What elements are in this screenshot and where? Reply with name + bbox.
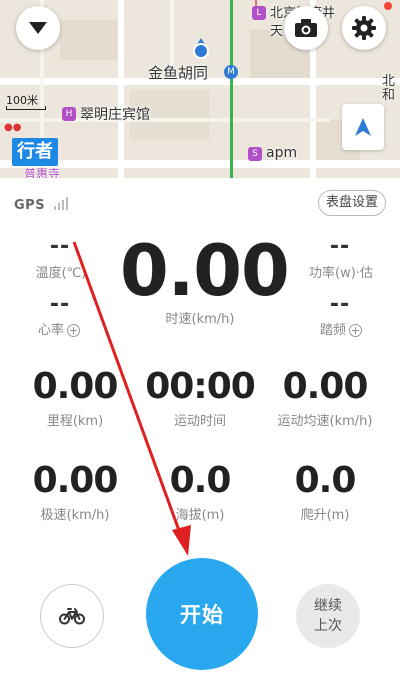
gps-label: GPS	[14, 198, 46, 213]
heart-rate-label: 心率	[37, 323, 64, 338]
resume-last-button[interactable]: 继续 上次	[296, 584, 360, 648]
moving-time-value: 00:00	[145, 366, 256, 407]
power-value: --	[329, 234, 351, 259]
cadence-value: --	[329, 292, 351, 317]
moving-time-label: 运动时间	[173, 414, 226, 429]
xingzhe-logo: 行者	[12, 138, 58, 166]
add-cadence-sensor-icon[interactable]: +	[349, 324, 362, 337]
locate-button[interactable]	[342, 104, 384, 150]
map-label-puhui: 普惠寺	[24, 167, 61, 178]
landmark-poi-icon: L	[252, 6, 266, 20]
cadence-label-row[interactable]: 踏频 +	[296, 319, 386, 338]
map-background	[0, 0, 400, 178]
temperature-label: 温度(℃)	[35, 266, 87, 281]
bike-share-icon: ●●	[4, 122, 22, 133]
map-label-jinyu: 金鱼胡同	[148, 64, 209, 82]
navigation-arrow-icon	[355, 118, 371, 136]
resume-label-line2: 上次	[314, 618, 342, 634]
distance-label: 里程(km)	[46, 414, 104, 429]
start-button[interactable]: 开始	[146, 558, 258, 670]
gps-signal-icon	[54, 197, 68, 210]
settings-button[interactable]	[342, 6, 386, 50]
map-label-cuiming: 翠明庄宾馆	[80, 107, 150, 123]
bicycle-icon	[59, 608, 85, 625]
altitude-label: 海拔(m)	[175, 508, 225, 523]
panel-settings-button[interactable]: 表盘设置	[318, 190, 386, 216]
add-heart-rate-sensor-icon[interactable]: +	[67, 324, 80, 337]
speed-label: 时速(km/h)	[165, 312, 235, 327]
climb-value: 0.0	[294, 460, 357, 501]
heart-rate-value: --	[49, 292, 71, 317]
heart-rate-label-row[interactable]: 心率 +	[14, 319, 104, 338]
map-label-tian: 天	[270, 24, 284, 39]
climb-label: 爬升(m)	[300, 508, 350, 523]
altitude-value: 0.0	[169, 460, 232, 501]
map-label-he-right: 和	[382, 88, 396, 103]
map-label-apm: apm	[266, 145, 298, 161]
map-scale-bar	[6, 106, 46, 110]
gear-icon	[352, 16, 376, 40]
resume-label-line1: 继续	[314, 598, 342, 614]
metro-icon: M	[224, 65, 238, 79]
menu-dropdown-button[interactable]	[16, 6, 60, 50]
shop-poi-icon: S	[248, 147, 262, 161]
speed-value: 0.00	[120, 230, 290, 312]
max-speed-label: 极速(km/h)	[40, 508, 110, 523]
dashboard-panel: GPS 表盘设置 -- 温度(℃) -- 心率 + -- 功率(w)·估 -- 踏…	[0, 178, 400, 688]
power-label: 功率(w)·估	[309, 266, 373, 281]
camera-icon	[295, 19, 317, 37]
max-speed-value: 0.00	[32, 460, 119, 501]
temperature-value: --	[49, 234, 71, 259]
distance-value: 0.00	[32, 366, 119, 407]
hotel-poi-icon: H	[62, 107, 76, 121]
notification-dot	[384, 2, 392, 10]
sport-type-button[interactable]	[40, 584, 104, 648]
camera-button[interactable]	[284, 6, 328, 50]
location-pin-icon	[193, 38, 209, 59]
map-view[interactable]: 金鱼胡同 M H 翠明庄宾馆 S apm L 北京王府井 天 北 和 普惠寺 1…	[0, 0, 400, 178]
avg-speed-label: 运动均速(km/h)	[277, 414, 373, 429]
cadence-label: 踏频	[319, 323, 346, 338]
chevron-down-icon	[29, 22, 47, 34]
avg-speed-value: 0.00	[282, 366, 369, 407]
